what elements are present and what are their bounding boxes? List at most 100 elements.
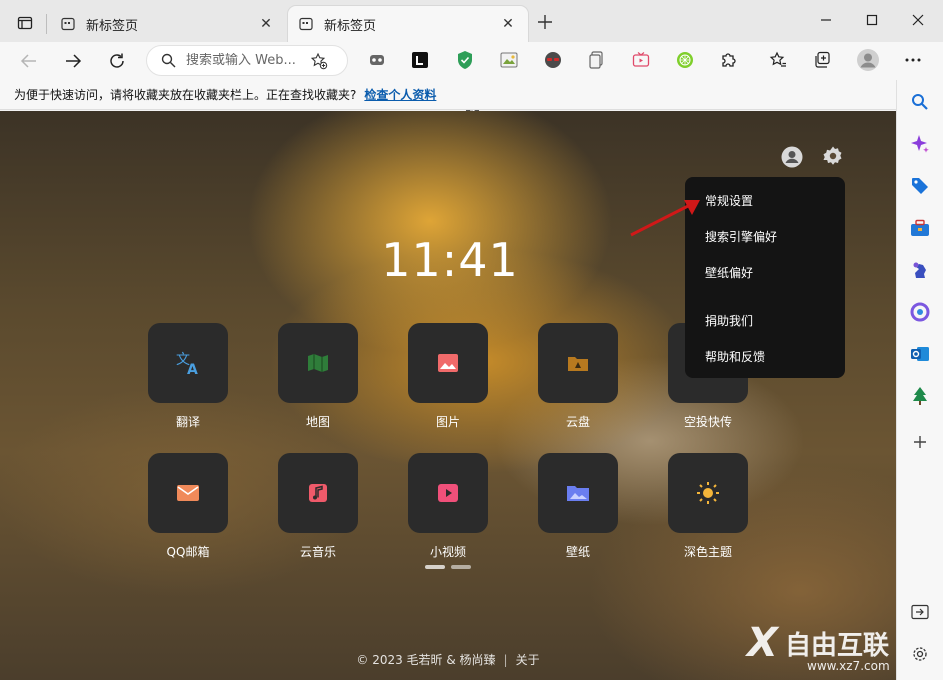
close-window-button[interactable] xyxy=(895,6,941,34)
close-tab-icon[interactable]: ✕ xyxy=(498,14,518,34)
add-favorite-icon[interactable] xyxy=(310,52,328,70)
app-label: 翻译 xyxy=(175,415,200,429)
image-icon xyxy=(500,52,518,68)
svg-text:A: A xyxy=(187,362,198,376)
cloud-drive-icon xyxy=(568,357,588,371)
tab-new-tab-2[interactable]: 新标签页 ✕ xyxy=(288,6,528,42)
app-label: 小视频 xyxy=(429,545,466,559)
new-tab-icon xyxy=(60,16,76,32)
menu-item-wallpaper[interactable]: 壁纸偏好 xyxy=(685,255,845,291)
close-tab-icon[interactable]: ✕ xyxy=(256,14,276,34)
extensions-button[interactable] xyxy=(718,49,740,71)
footer-divider: | xyxy=(503,653,508,667)
app-qq-mail[interactable]: QQ邮箱 xyxy=(148,453,228,560)
extension-gamepad-button[interactable] xyxy=(366,49,388,71)
sidebar-search-button[interactable] xyxy=(908,90,932,114)
sidebar-toggle-icon xyxy=(911,604,929,620)
address-input[interactable] xyxy=(186,53,304,68)
translate-icon: 文A xyxy=(176,352,198,376)
app-images[interactable]: 图片 xyxy=(408,323,488,430)
favorites-bar: 为便于快速访问，请将收藏夹放在收藏夹栏上。正在查找收藏夹? 检查个人资料 xyxy=(0,80,896,110)
app-short-video[interactable]: 小视频 xyxy=(408,453,488,560)
tab-strip: 新标签页 ✕ 新标签页 ✕ xyxy=(0,0,943,42)
forward-button[interactable] xyxy=(58,46,88,76)
page-indicator-1[interactable] xyxy=(425,565,445,569)
gamepad-icon xyxy=(370,55,384,65)
chess-icon xyxy=(913,262,926,278)
sidebar-games-button[interactable] xyxy=(908,258,932,282)
sidebar-office-button[interactable] xyxy=(908,300,932,324)
tab-new-tab-1[interactable]: 新标签页 ✕ xyxy=(50,6,286,42)
image-icon xyxy=(438,354,458,372)
app-tile[interactable] xyxy=(408,453,488,533)
sidebar-shopping-button[interactable] xyxy=(908,174,932,198)
app-tile[interactable] xyxy=(148,453,228,533)
app-label: 深色主题 xyxy=(683,545,732,559)
new-tab-button[interactable] xyxy=(533,10,557,34)
app-tile[interactable] xyxy=(278,453,358,533)
video-icon xyxy=(438,484,458,502)
sidebar-outlook-button[interactable] xyxy=(908,342,932,366)
profile-button[interactable] xyxy=(855,47,881,73)
arrow-right-icon xyxy=(66,54,82,68)
mail-icon xyxy=(177,485,199,501)
collections-button[interactable] xyxy=(811,49,833,71)
app-dark-theme[interactable]: 深色主题 xyxy=(668,453,748,560)
favorites-button[interactable] xyxy=(767,49,789,71)
app-tile[interactable] xyxy=(668,453,748,533)
clock-time: 11:41 xyxy=(381,233,519,287)
app-map[interactable]: 地图 xyxy=(278,323,358,430)
tab-separator xyxy=(46,14,47,34)
app-tile[interactable] xyxy=(408,323,488,403)
minimize-button[interactable] xyxy=(803,6,849,34)
map-icon xyxy=(308,354,328,372)
maximize-button[interactable] xyxy=(849,6,895,34)
tree-icon xyxy=(913,387,927,405)
tab-actions-icon xyxy=(17,16,33,30)
sidebar-add-button[interactable] xyxy=(908,430,932,454)
check-profile-link[interactable]: 检查个人资料 xyxy=(364,86,436,103)
app-tile[interactable]: 文A xyxy=(148,323,228,403)
extension-document-button[interactable] xyxy=(586,49,608,71)
app-tile[interactable] xyxy=(538,323,618,403)
tab-actions-button[interactable] xyxy=(8,8,42,38)
extension-incognito-button[interactable] xyxy=(542,49,564,71)
sidebar-tree-button[interactable] xyxy=(908,384,932,408)
app-tile[interactable] xyxy=(278,323,358,403)
account-button[interactable] xyxy=(780,145,804,169)
app-wallpaper[interactable]: 壁纸 xyxy=(538,453,618,560)
menu-item-donate[interactable]: 捐助我们 xyxy=(685,303,845,339)
app-cloud-drive[interactable]: 云盘 xyxy=(538,323,618,430)
tab-title: 新标签页 xyxy=(324,18,377,34)
about-link[interactable]: 关于 xyxy=(516,653,540,667)
more-menu-button[interactable] xyxy=(902,49,924,71)
shield-icon xyxy=(458,51,472,69)
minimize-icon xyxy=(821,19,831,21)
back-button[interactable] xyxy=(14,46,44,76)
extension-image-button[interactable] xyxy=(498,49,520,71)
address-bar[interactable] xyxy=(146,45,348,76)
extension-lime-button[interactable] xyxy=(674,49,696,71)
music-icon xyxy=(309,484,327,502)
sidebar-tools-button[interactable] xyxy=(908,216,932,240)
app-translate[interactable]: 文A 翻译 xyxy=(148,323,228,430)
extension-reader-button[interactable] xyxy=(409,49,431,71)
app-tile[interactable] xyxy=(538,453,618,533)
annotation-arrow-icon xyxy=(630,200,700,237)
document-icon xyxy=(589,51,603,69)
page-indicator-2[interactable] xyxy=(451,565,471,569)
user-icon xyxy=(781,146,803,168)
menu-item-general-settings[interactable]: 常规设置 xyxy=(685,183,845,219)
app-cloud-music[interactable]: 云音乐 xyxy=(278,453,358,560)
extension-shield-button[interactable] xyxy=(454,49,476,71)
maximize-icon xyxy=(866,14,878,26)
lime-icon xyxy=(677,52,693,68)
extension-tv-button[interactable] xyxy=(630,49,652,71)
refresh-button[interactable] xyxy=(102,46,132,76)
app-label: 图片 xyxy=(435,415,460,429)
settings-button[interactable] xyxy=(822,145,846,169)
menu-item-help-feedback[interactable]: 帮助和反馈 xyxy=(685,339,845,375)
sidebar-copilot-button[interactable] xyxy=(908,132,932,156)
menu-item-search-engine[interactable]: 搜索引擎偏好 xyxy=(685,219,845,255)
copyright-text: © 2023 毛若昕 & 杨尚臻 xyxy=(356,653,496,667)
